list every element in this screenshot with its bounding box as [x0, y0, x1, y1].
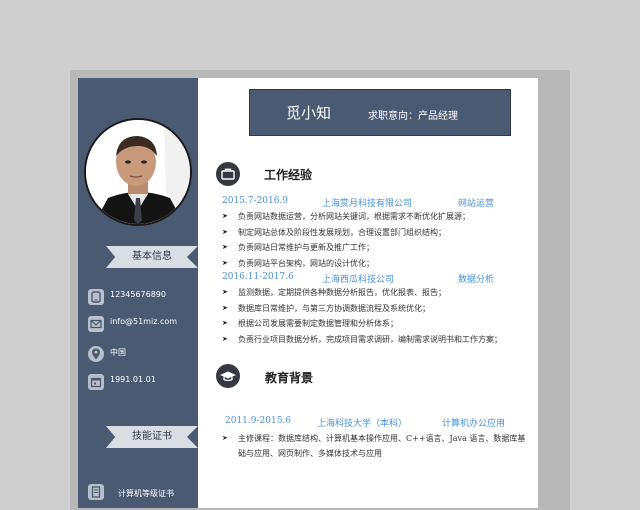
graduation-cap-icon [216, 364, 240, 388]
job-intent: 求职意向：产品经理 [368, 111, 458, 122]
education-description: ➤ 主修课程：数据库结构、计算机基本操作应用、C++语言、Java 语言、数据库… [222, 431, 528, 461]
skills-heading: 技能证书 [106, 426, 198, 448]
email-icon [88, 316, 104, 332]
education-period: 2011.9-2015.6 [225, 416, 292, 426]
job-duties-2: 监测数据，定期提供各种数据分析报告，优化报表、报告； 数据库日常维护，与第三方协… [222, 285, 502, 347]
skill-item-text: 计算机等级证书 [118, 489, 174, 498]
list-item: 负责网站平台架构，网站的设计优化； [222, 256, 470, 272]
list-item: 负责网站数据运营，分析网站关键词，根据需求不断优化扩展源； [222, 209, 470, 225]
list-item: 负责行业项目数据分析，完成项目需求调研，编制需求说明书和工作方案； [222, 332, 502, 348]
contact-email-text[interactable]: info@51miz.com [110, 317, 177, 326]
contact-birthday-text: 1991.01.01 [110, 375, 156, 384]
education-major: 计算机办公应用 [442, 419, 506, 429]
list-item: 数据库日常维护，与第三方协调数据流程及系统优化； [222, 301, 502, 317]
name-header: 觅小知 求职意向：产品经理 [249, 89, 511, 136]
briefcase-icon [216, 162, 240, 186]
calendar-icon [88, 374, 104, 390]
job-company: 上海西瓜科技公司 [322, 275, 395, 285]
location-icon [88, 346, 104, 362]
job-duties-1: 负责网站数据运营，分析网站关键词，根据需求不断优化扩展源； 制定网站总体及阶段性… [222, 209, 470, 271]
list-item: 监测数据，定期提供各种数据分析报告，优化报表、报告； [222, 285, 502, 301]
education-section-title: 教育背景 [265, 371, 314, 385]
job-header-2: 2016.11-2017.6 上海西瓜科技公司 数据分析 [222, 272, 522, 285]
list-item: 负责网站日常维护与更新及推广工作； [222, 240, 470, 256]
resume-page: 基本信息 12345676890 info@51miz.com 中国 1991.… [78, 78, 538, 508]
contact-phone-text: 12345676890 [110, 290, 166, 299]
education-school: 上海科技大学（本科） [317, 419, 408, 429]
bullet-arrow-icon: ➤ [222, 434, 228, 442]
phone-icon [88, 289, 104, 305]
job-period: 2015.7-2016.9 [222, 196, 289, 206]
certificate-icon [88, 484, 104, 500]
job-role: 数据分析 [458, 275, 495, 285]
education-description-text: 主修课程：数据库结构、计算机基本操作应用、C++语言、Java 语言、数据库基础… [238, 434, 526, 458]
job-header-1: 2015.7-2016.9 上海赏月科技有限公司 网站运营 [222, 196, 522, 209]
contact-location-text: 中国 [110, 348, 126, 357]
job-role: 网站运营 [458, 199, 495, 209]
education-header: 2011.9-2015.6 上海科技大学（本科） 计算机办公应用 [225, 416, 525, 429]
job-company: 上海赏月科技有限公司 [322, 199, 413, 209]
work-section-title: 工作经验 [264, 168, 313, 182]
job-period: 2016.11-2017.6 [222, 272, 294, 282]
basic-info-heading: 基本信息 [106, 246, 198, 268]
person-name: 觅小知 [286, 104, 332, 122]
list-item: 根据公司发展需要制定数据管理和分析体系； [222, 316, 502, 332]
profile-photo [84, 118, 192, 226]
sidebar: 基本信息 12345676890 info@51miz.com 中国 1991.… [78, 78, 198, 508]
list-item: 制定网站总体及阶段性发展规划，合理设置部门组织结构； [222, 225, 470, 241]
